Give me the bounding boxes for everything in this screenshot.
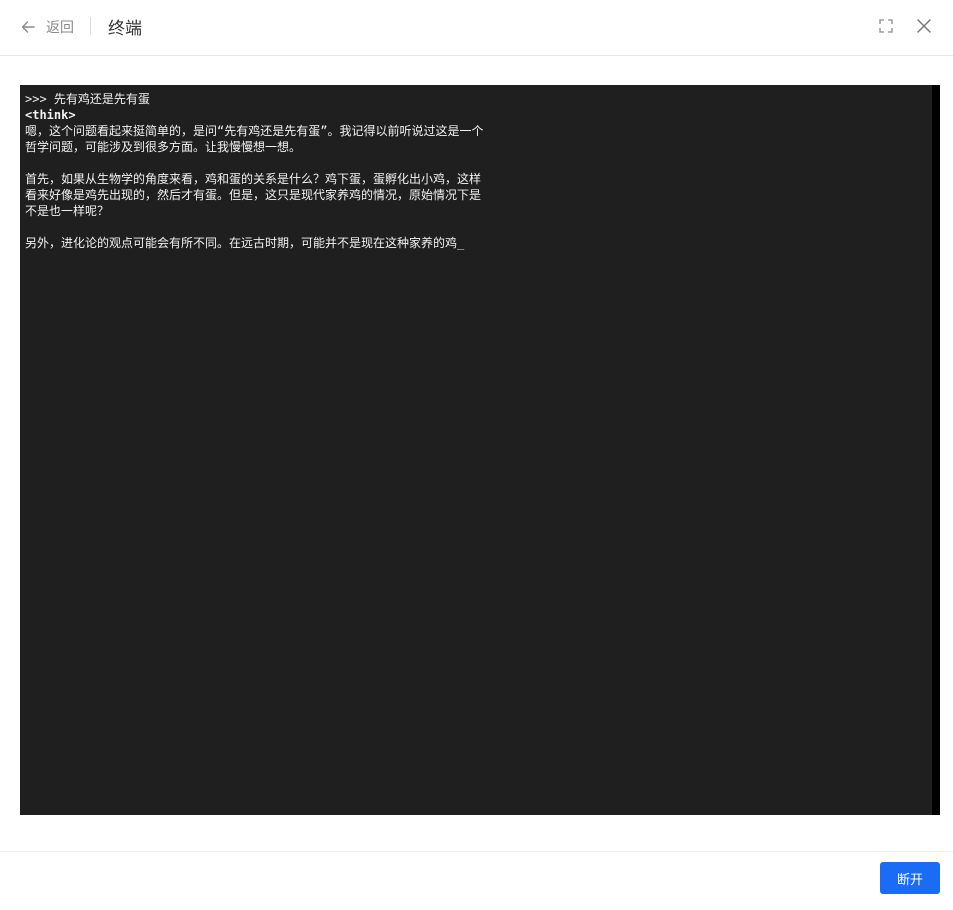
dialog-header: 返回 终端	[0, 0, 953, 56]
terminal-line: <think>	[25, 108, 76, 122]
terminal-line: >>> 先有鸡还是先有蛋	[25, 92, 150, 106]
close-icon[interactable]	[916, 18, 932, 34]
page-title: 终端	[108, 19, 142, 39]
terminal-line: 嗯，这个问题看起来挺简单的，是问“先有鸡还是先有蛋”。我记得以前听说过这是一个	[25, 124, 484, 138]
terminal-line: 另外，进化论的观点可能会有所不同。在远古时期，可能并不是现在这种家养的鸡_	[25, 236, 465, 250]
back-label: 返回	[46, 20, 74, 36]
dialog-footer: 断开	[0, 851, 953, 910]
arrow-left-icon	[20, 19, 36, 35]
terminal-line: 看来好像是鸡先出现的，然后才有蛋。但是，这只是现代家养鸡的情况，原始情况下是	[25, 188, 482, 202]
back-button[interactable]: 返回	[20, 16, 74, 38]
fullscreen-icon[interactable]	[878, 18, 894, 34]
terminal-line: 首先，如果从生物学的角度来看，鸡和蛋的关系是什么？鸡下蛋，蛋孵化出小鸡，这样	[25, 172, 482, 186]
terminal-output: >>> 先有鸡还是先有蛋 <think> 嗯，这个问题看起来挺简单的，是问“先有…	[25, 91, 925, 251]
terminal-line: 哲学问题，可能涉及到很多方面。让我慢慢想一想。	[25, 140, 302, 154]
terminal-line: 不是也一样呢？	[25, 204, 110, 218]
terminal-scrollbar[interactable]	[932, 85, 940, 815]
disconnect-button[interactable]: 断开	[880, 862, 940, 894]
terminal-panel[interactable]: >>> 先有鸡还是先有蛋 <think> 嗯，这个问题看起来挺简单的，是问“先有…	[20, 85, 940, 815]
header-divider	[90, 17, 91, 35]
